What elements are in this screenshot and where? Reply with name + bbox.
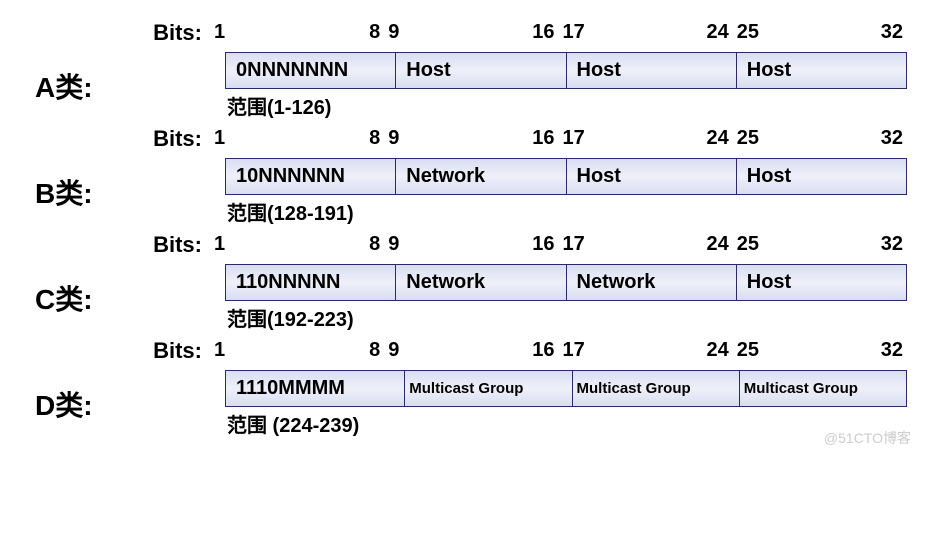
bit-header: 18 916 1724 2532 bbox=[210, 233, 907, 256]
octet-cell: Multicast Group bbox=[405, 371, 572, 406]
class-a-octets: 0NNNNNNN Host Host Host bbox=[225, 52, 907, 89]
octet-cell: 0NNNNNNN bbox=[226, 53, 396, 88]
octet-cell: Network bbox=[396, 265, 566, 300]
octet-cell: Multicast Group bbox=[573, 371, 740, 406]
octet-cell: Network bbox=[396, 159, 566, 194]
bit-start: 9 bbox=[388, 21, 399, 44]
bits-label: Bits: bbox=[20, 232, 210, 258]
octet-cell: Host bbox=[737, 53, 906, 88]
class-b-octets: 10NNNNNN Network Host Host bbox=[225, 158, 907, 195]
octet-cell: Host bbox=[396, 53, 566, 88]
class-c-range: 范围(192-223) bbox=[227, 303, 907, 332]
bit-end: 32 bbox=[881, 21, 903, 44]
class-d-octets: 1110MMMM Multicast Group Multicast Group… bbox=[225, 370, 907, 407]
bit-start: 25 bbox=[737, 21, 759, 44]
octet-cell: Host bbox=[737, 159, 906, 194]
bit-header: 18 916 1724 2532 bbox=[210, 127, 907, 150]
octet-cell: Host bbox=[737, 265, 906, 300]
bit-start: 1 bbox=[214, 21, 225, 44]
class-a-range: 范围(1-126) bbox=[227, 91, 907, 120]
bit-header: 18 916 1724 2532 bbox=[210, 339, 907, 362]
octet-cell: Multicast Group bbox=[740, 371, 906, 406]
bit-header: 1 8 9 16 17 24 25 32 bbox=[210, 21, 907, 44]
octet-cell: Host bbox=[567, 53, 737, 88]
class-b-label: B类: bbox=[20, 172, 225, 212]
bits-label: Bits: bbox=[20, 338, 210, 364]
octet-cell: Host bbox=[567, 159, 737, 194]
bits-label: Bits: bbox=[20, 126, 210, 152]
class-d-range: 范围 (224-239) bbox=[227, 409, 907, 438]
class-d-label: D类: bbox=[20, 384, 225, 424]
bit-end: 8 bbox=[369, 21, 380, 44]
bit-end: 24 bbox=[707, 21, 729, 44]
class-a-label: A类: bbox=[20, 66, 225, 106]
octet-cell: 110NNNNN bbox=[226, 265, 396, 300]
bit-start: 17 bbox=[563, 21, 585, 44]
class-c-octets: 110NNNNN Network Network Host bbox=[225, 264, 907, 301]
octet-cell: Network bbox=[567, 265, 737, 300]
watermark: @51CTO博客 bbox=[824, 428, 911, 448]
bits-label: Bits: bbox=[20, 20, 210, 46]
class-c-label: C类: bbox=[20, 278, 225, 318]
bit-end: 16 bbox=[532, 21, 554, 44]
octet-cell: 10NNNNNN bbox=[226, 159, 396, 194]
class-b-range: 范围(128-191) bbox=[227, 197, 907, 226]
octet-cell: 1110MMMM bbox=[226, 371, 405, 406]
